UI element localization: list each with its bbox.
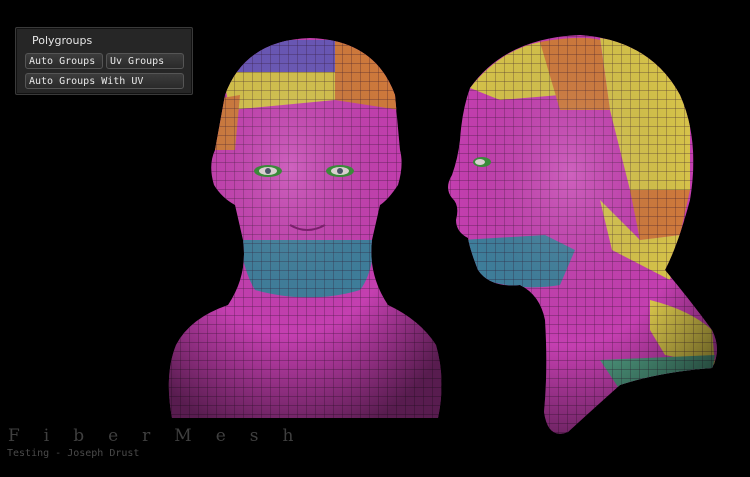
side-view-head (448, 35, 717, 434)
auto-groups-button[interactable]: Auto Groups (25, 53, 103, 69)
auto-groups-with-uv-button[interactable]: Auto Groups With UV (25, 73, 184, 89)
fibermesh-watermark: FiberMesh (8, 426, 318, 446)
viewport-canvas[interactable]: Polygroups Auto Groups Uv Groups Auto Gr… (0, 0, 750, 477)
uv-groups-button[interactable]: Uv Groups (106, 53, 184, 69)
credit-text: Testing - Joseph Drust (7, 448, 140, 459)
polygroups-panel: Polygroups Auto Groups Uv Groups Auto Gr… (15, 27, 193, 95)
front-view-head (168, 38, 442, 418)
polygroups-panel-title: Polygroups (32, 34, 93, 47)
